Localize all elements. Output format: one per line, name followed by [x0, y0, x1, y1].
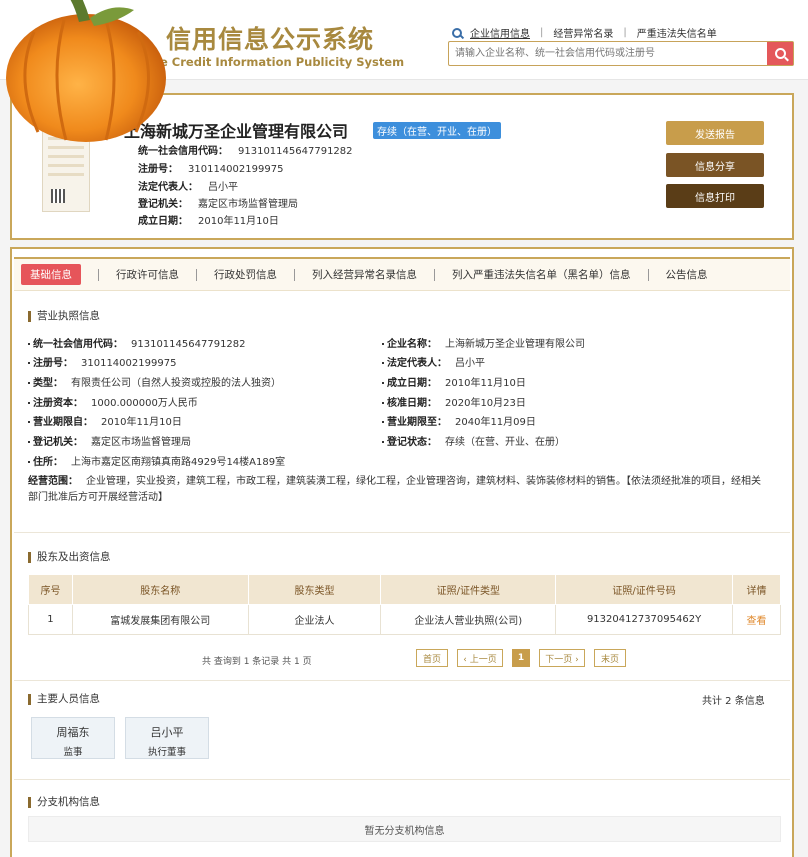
field-term-from: 营业期限自： 2010年11月10日 [28, 413, 182, 428]
person-card[interactable]: 周福东 监事 [31, 717, 115, 759]
first-page-button[interactable]: 首页 [416, 649, 448, 667]
field-reg-authority: 登记机关： 嘉定区市场监督管理局 [28, 433, 191, 448]
license-image-line [48, 155, 84, 158]
person-name: 吕小平 [150, 726, 184, 739]
tab-separator [98, 268, 99, 281]
col-header: 详情 [732, 574, 781, 605]
view-detail-link[interactable]: 查看 [732, 604, 781, 635]
field-approval-date: 核准日期： 2020年10月23日 [382, 394, 526, 409]
field-reg-capital: 注册资本： 1000.000000万人民币 [28, 394, 198, 409]
info-reg-number: 注册号： 310114002199975 [138, 164, 284, 175]
search-box [448, 41, 794, 66]
tab-separator [294, 268, 295, 281]
print-info-button[interactable]: 信息打印 [666, 184, 764, 208]
no-branch-message: 暂无分支机构信息 [28, 816, 781, 842]
current-page-button[interactable]: 1 [512, 649, 530, 667]
branches-section-title: 分支机构信息 [28, 797, 100, 808]
next-page-button[interactable]: 下一页 › [539, 649, 585, 667]
license-image-line [48, 173, 84, 176]
info-founded-date: 成立日期： 2010年11月10日 [138, 216, 279, 227]
shareholders-table: 序号 股东名称 股东类型 证照/证件类型 证照/证件号码 详情 1 富城发展集团… [28, 574, 781, 635]
personnel-total-count: 共计 2 条信息 [702, 696, 765, 707]
col-header: 序号 [28, 574, 73, 605]
tab-separator [647, 268, 649, 281]
table-cell: 企业法人 [247, 604, 382, 635]
col-header: 证照/证件类型 [380, 574, 557, 605]
person-role: 执行董事 [147, 747, 186, 758]
site-header: 信用信息公示系统 e Credit Information Publicity … [0, 0, 808, 142]
personnel-section-title: 主要人员信息 [28, 694, 100, 705]
field-reg-number: 注册号： 310114002199975 [28, 354, 176, 369]
person-card[interactable]: 吕小平 执行董事 [125, 717, 209, 759]
col-header: 股东名称 [71, 574, 249, 605]
field-business-scope: 经营范围： 企业管理，实业投资，建筑工程，市政工程，建筑装潢工程，绿化工程，企业管… [28, 476, 761, 503]
link-separator: | [540, 27, 544, 38]
field-company-type: 类型： 有限责任公司（自然人投资或控股的法人独资） [28, 374, 281, 389]
person-name: 周福东 [56, 726, 90, 739]
search-button[interactable] [767, 42, 793, 65]
site-title: 信用信息公示系统 [166, 25, 375, 54]
link-enterprise-credit[interactable]: 企业信用信息 [470, 25, 530, 40]
qr-code-icon [51, 189, 65, 203]
search-icon [774, 48, 786, 59]
info-tabs: 基础信息 行政许可信息 行政处罚信息 列入经营异常名录信息 列入严重违法失信名单… [14, 257, 790, 291]
prev-page-button[interactable]: ‹ 上一页 [457, 649, 503, 667]
table-cell: 企业法人营业执照(公司) [380, 604, 557, 635]
field-address: 住所： 上海市嘉定区南翔镇真南路4929号14楼A189室 [28, 453, 285, 468]
field-reg-status: 登记状态： 存续（在营、开业、在册） [382, 433, 565, 448]
tab-basic-info[interactable]: 基础信息 [21, 264, 81, 285]
site-subtitle: e Credit Information Publicity System [160, 55, 405, 69]
shareholders-section-title: 股东及出资信息 [28, 552, 111, 563]
table-cell: 91320412737095462Y [555, 604, 734, 635]
tab-announcements[interactable]: 公告信息 [666, 267, 708, 282]
col-header: 证照/证件号码 [555, 574, 734, 605]
field-founded-date: 成立日期： 2010年11月10日 [382, 374, 526, 389]
pager-summary: 共 查询到 1 条记录 共 1 页 [202, 657, 312, 667]
license-section-title: 营业执照信息 [28, 311, 100, 322]
search-input[interactable] [449, 42, 767, 65]
field-term-to: 营业期限至： 2040年11月09日 [382, 413, 536, 428]
table-cell: 富城发展集团有限公司 [71, 604, 249, 635]
info-legal-rep: 法定代表人： 吕小平 [138, 182, 238, 193]
link-abnormal-list[interactable]: 经营异常名录 [553, 25, 613, 40]
pagination: 首页 ‹ 上一页 1 下一页 › 末页 [416, 649, 635, 667]
field-company-name: 企业名称： 上海新城万圣企业管理有限公司 [382, 335, 585, 350]
main-info-panel: 基础信息 行政许可信息 行政处罚信息 列入经营异常名录信息 列入严重违法失信名单… [10, 247, 794, 857]
tab-admin-penalty[interactable]: 行政处罚信息 [214, 267, 277, 282]
send-report-button[interactable]: 发送报告 [666, 121, 764, 145]
link-separator: | [623, 27, 627, 38]
table-row: 1 富城发展集团有限公司 企业法人 企业法人营业执照(公司) 913204127… [28, 604, 781, 635]
col-header: 股东类型 [247, 574, 382, 605]
field-legal-rep: 法定代表人： 吕小平 [382, 354, 485, 369]
tab-admin-license[interactable]: 行政许可信息 [116, 267, 179, 282]
tab-blacklist[interactable]: 列入严重违法失信名单（黑名单）信息 [452, 267, 631, 282]
tab-abnormal-list[interactable]: 列入经营异常名录信息 [312, 267, 417, 282]
search-icon [452, 27, 462, 38]
field-credit-code: 统一社会信用代码： 913101145647791282 [28, 335, 246, 350]
table-cell: 1 [28, 604, 73, 635]
section-divider [14, 779, 790, 780]
pumpkin-icon [6, 0, 166, 142]
section-divider [14, 680, 790, 681]
status-badge: 存续（在营、开业、在册） [373, 122, 501, 139]
tab-separator [196, 268, 197, 281]
search-type-links: 企业信用信息 | 经营异常名录 | 严重违法失信名单 [452, 25, 717, 40]
person-role: 监事 [63, 747, 83, 758]
table-header-row: 序号 股东名称 股东类型 证照/证件类型 证照/证件号码 详情 [28, 574, 781, 605]
link-blacklist[interactable]: 严重违法失信名单 [637, 25, 717, 40]
tab-separator [434, 268, 435, 281]
license-image-line [48, 164, 84, 167]
info-reg-authority: 登记机关： 嘉定区市场监督管理局 [138, 199, 298, 210]
section-divider [14, 532, 790, 533]
share-info-button[interactable]: 信息分享 [666, 153, 764, 177]
last-page-button[interactable]: 末页 [594, 649, 626, 667]
